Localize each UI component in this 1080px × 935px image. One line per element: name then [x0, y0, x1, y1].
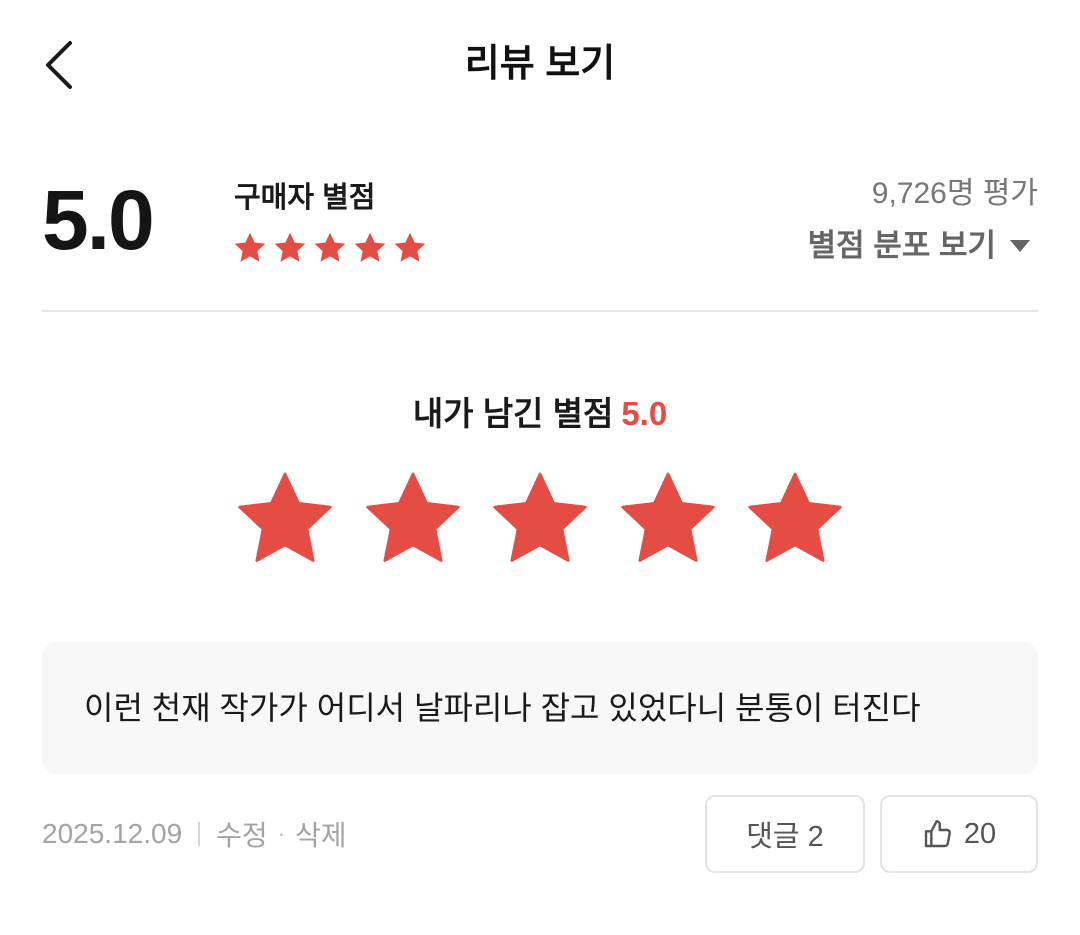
star-icon	[394, 232, 426, 262]
header-bar: 리뷰 보기	[0, 0, 1080, 130]
star-icon[interactable]	[487, 470, 593, 570]
my-rating-label: 내가 남긴 별점	[412, 395, 614, 432]
star-icon	[314, 232, 346, 262]
average-stars	[232, 230, 428, 266]
my-rating-heading: 내가 남긴 별점 5.0	[0, 390, 1080, 438]
my-rating-stars	[232, 470, 848, 570]
rating-count: 9,726명 평가	[871, 177, 1038, 210]
distribution-label: 별점 분포 보기	[807, 228, 996, 263]
buyer-rating-label: 구매자 별점	[234, 182, 376, 214]
star-icon[interactable]	[232, 470, 338, 570]
delete-link[interactable]: 삭제	[295, 814, 347, 854]
average-score: 5.0	[42, 173, 155, 267]
review-text: 이런 천재 작가가 어디서 날파리나 잡고 있었다니 분통이 터진다	[84, 690, 921, 726]
meta-separator	[198, 822, 201, 846]
star-icon	[234, 232, 266, 262]
star-icon	[354, 232, 386, 262]
distribution-toggle[interactable]: 별점 분포 보기	[808, 226, 1038, 266]
rating-summary: 5.0 구매자 별점 9,726명 평가 별점 분포 보기	[42, 160, 1038, 280]
comment-label: 댓글 2	[746, 821, 824, 853]
star-icon[interactable]	[742, 470, 848, 570]
review-date: 2025.12.09	[42, 818, 183, 849]
dot-separator: ·	[277, 821, 285, 846]
review-box: 이런 천재 작가가 어디서 날파리나 잡고 있었다니 분통이 터진다	[42, 642, 1038, 774]
divider	[42, 310, 1038, 312]
like-button[interactable]: 20	[880, 795, 1038, 873]
comment-button[interactable]: 댓글 2	[705, 795, 865, 873]
my-rating-score: 5.0	[621, 395, 668, 432]
like-count: 20	[963, 817, 997, 850]
star-icon[interactable]	[615, 470, 721, 570]
star-icon	[274, 232, 306, 262]
review-meta: 2025.12.09 수정 · 삭제	[42, 812, 347, 856]
edit-link[interactable]: 수정	[216, 814, 268, 854]
page-title: 리뷰 보기	[464, 43, 616, 85]
caret-down-icon	[1010, 240, 1030, 252]
thumbs-up-icon	[924, 820, 951, 848]
star-icon[interactable]	[360, 470, 466, 570]
